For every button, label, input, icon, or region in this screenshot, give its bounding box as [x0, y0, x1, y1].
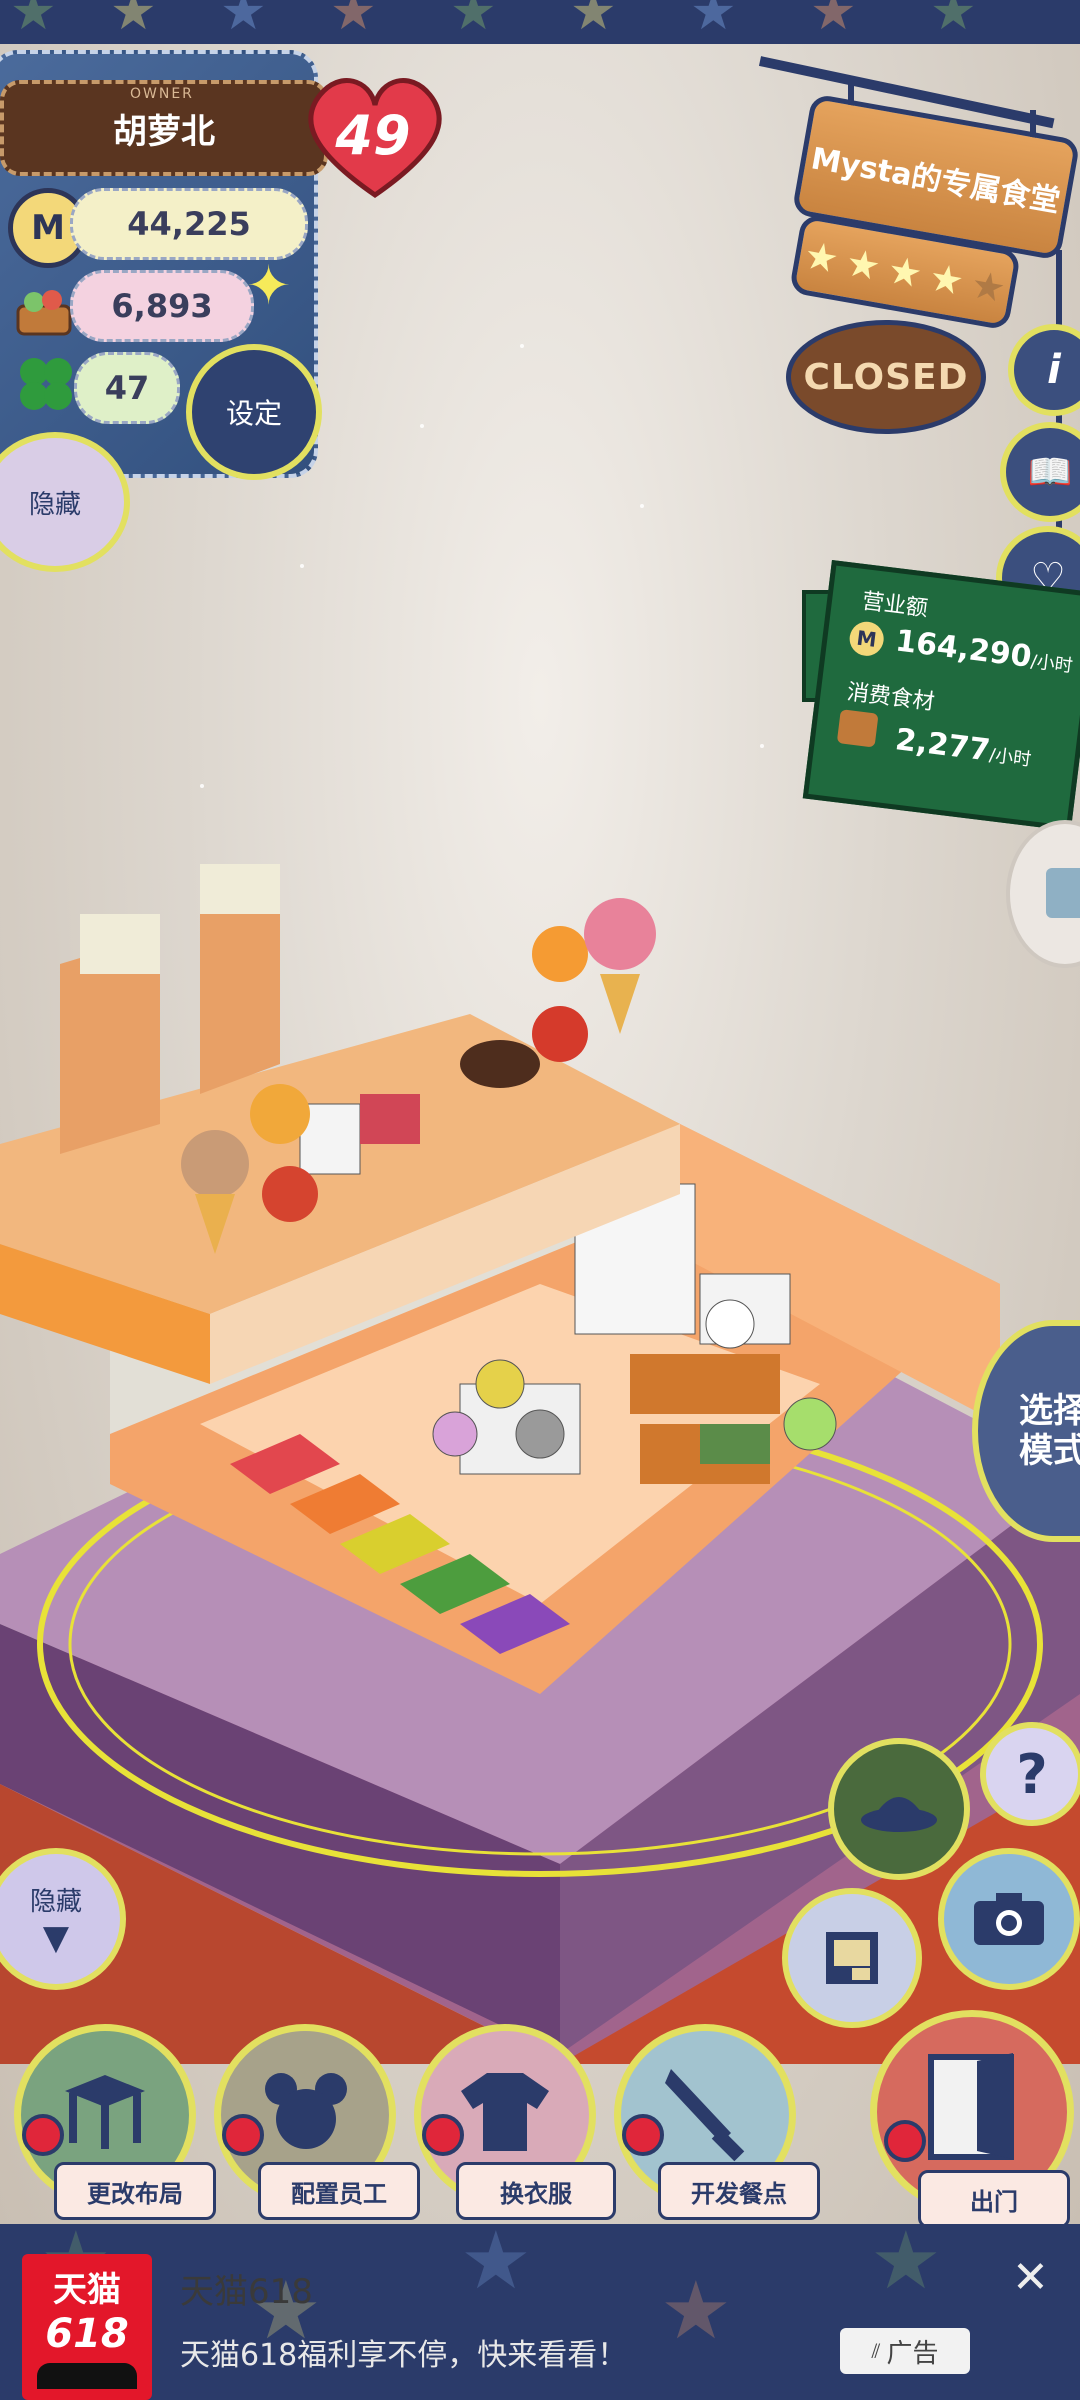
ingredient-basket-icon: [12, 278, 76, 342]
camera-button[interactable]: [938, 1848, 1080, 1990]
restaurant-title: Mysta的专属食堂: [808, 141, 1063, 220]
pin-icon: [22, 2114, 64, 2156]
star-icon: ★: [810, 0, 857, 42]
door-icon: [928, 2053, 1014, 2160]
coin-icon: M: [847, 619, 886, 658]
change-clothes-label[interactable]: 换衣服: [456, 2162, 616, 2220]
consume-value: 2,277: [893, 722, 992, 769]
question-icon: ?: [1016, 1742, 1048, 1806]
camera-icon: [974, 1893, 1044, 1945]
expand-icon: [1046, 868, 1080, 918]
consume-unit: /小时: [988, 744, 1033, 771]
mode-label: 选择模式: [1019, 1391, 1080, 1471]
star-icon: ★: [930, 0, 977, 42]
logo-line1: 天猫: [53, 2270, 121, 2310]
develop-menu-label[interactable]: 开发餐点: [658, 2162, 820, 2220]
restaurant-status: CLOSED: [803, 356, 969, 398]
settings-button[interactable]: 设定: [186, 344, 322, 480]
mouse-icon: [265, 2073, 347, 2149]
star-icon: ★: [330, 0, 377, 42]
ad-badge: ⫽ 广告: [840, 2328, 970, 2374]
help-button[interactable]: ?: [980, 1722, 1080, 1826]
ad-title[interactable]: 天猫618: [180, 2264, 313, 2313]
ad-mark-icon: ⫽: [871, 2339, 881, 2363]
revenue-board: 营业额 M 164,290/小时 消费食材 2,277/小时: [802, 560, 1080, 832]
pin-icon: [884, 2120, 926, 2162]
hat-icon: [861, 1797, 937, 1832]
bottom-nav: 更改布局 配置员工 换衣服 开发餐点 出门: [0, 2010, 1080, 2228]
sales-value: 164,290: [893, 623, 1034, 675]
star-icon: ★: [870, 2224, 942, 2307]
hide-label: 隐藏: [28, 489, 81, 520]
star-icon: ★: [450, 0, 497, 42]
hat-button[interactable]: [828, 1738, 970, 1880]
owner-tag: OWNER: [130, 86, 194, 102]
settings-label: 设定: [225, 397, 282, 430]
ad-badge-label: 广告: [886, 2338, 939, 2369]
top-decor-strip: ★ ★ ★ ★ ★ ★ ★ ★ ★: [0, 0, 1080, 44]
star-icon: ★: [842, 240, 884, 290]
star-icon: ★: [690, 0, 737, 42]
album-icon: [826, 1932, 878, 1984]
close-icon[interactable]: ✕: [1012, 2252, 1049, 2303]
info-icon: i: [1047, 347, 1061, 393]
star-icon: ★: [926, 254, 968, 304]
arrow-down-icon: ▼: [42, 1917, 70, 1958]
clover-icon: [12, 350, 80, 418]
ingredients-value: 6,893: [70, 270, 254, 342]
clover-value: 47: [74, 352, 180, 424]
star-icon: ★: [110, 0, 157, 42]
owner-name: 胡萝北: [113, 111, 215, 152]
coins-value: 44,225: [70, 188, 308, 260]
sales-unit: /小时: [1029, 651, 1074, 678]
hide-label: 隐藏: [29, 1886, 82, 1917]
restaurant-diorama[interactable]: [0, 864, 1080, 2064]
assign-staff-label[interactable]: 配置员工: [258, 2162, 420, 2220]
star-icon: ★: [10, 0, 57, 42]
table-icon: [65, 2075, 145, 2149]
cat-face-icon: [37, 2363, 137, 2389]
change-layout-label[interactable]: 更改布局: [54, 2162, 216, 2220]
album-button[interactable]: [782, 1888, 922, 2028]
sparkle-icon: ✦: [246, 254, 292, 317]
ad-description[interactable]: 天猫618福利享不停，快来看看！: [180, 2330, 627, 2374]
star-icon: ★: [884, 247, 926, 297]
star-icon: ★: [570, 0, 617, 42]
star-icon: ★: [460, 2224, 532, 2307]
tmall-logo[interactable]: 天猫 618: [22, 2254, 152, 2400]
ad-banner[interactable]: ★ ★ ★ ★ ★ 天猫 618 天猫618 天猫618福利享不停，快来看看！ …: [0, 2224, 1080, 2400]
consume-label: 消费食材: [845, 679, 936, 716]
book-icon: 📖: [1027, 452, 1073, 493]
restaurant-status-sign[interactable]: CLOSED: [786, 320, 986, 434]
ingredient-basket-icon: [836, 709, 879, 748]
shirt-icon: [461, 2073, 549, 2151]
pin-icon: [622, 2114, 664, 2156]
go-out-label[interactable]: 出门: [918, 2170, 1070, 2228]
pin-icon: [222, 2114, 264, 2156]
star-icon: ★: [660, 2264, 732, 2357]
star-icon: ★: [800, 232, 843, 282]
pin-icon: [422, 2114, 464, 2156]
knife-icon: [665, 2069, 745, 2162]
sales-label: 营业额: [860, 589, 930, 622]
star-icon: ★: [220, 0, 267, 42]
logo-line2: 618: [45, 2311, 129, 2357]
star-icon: ★: [967, 262, 1010, 312]
player-level: 49: [335, 104, 411, 167]
